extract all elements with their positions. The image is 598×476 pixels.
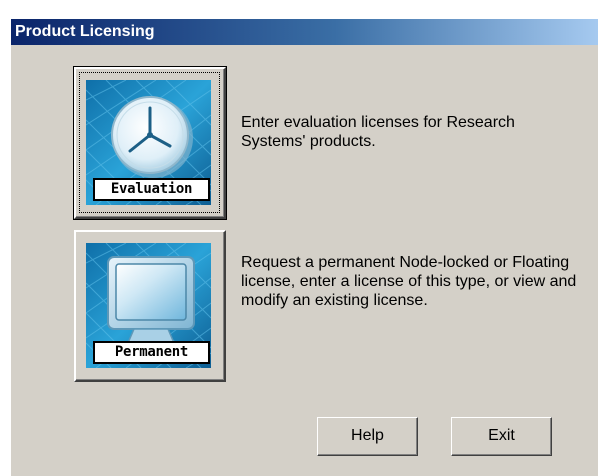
- evaluation-button[interactable]: Evaluation: [73, 66, 227, 220]
- exit-button[interactable]: Exit: [451, 417, 552, 456]
- permanent-button-label: Permanent: [93, 341, 210, 364]
- permanent-button[interactable]: Permanent: [74, 230, 226, 382]
- evaluation-button-label: Evaluation: [93, 178, 210, 201]
- permanent-description: Request a permanent Node-locked or Float…: [241, 254, 577, 309]
- help-button[interactable]: Help: [317, 417, 418, 456]
- product-licensing-dialog: Product Licensing Evaluation Enter evalu…: [10, 19, 598, 476]
- window-title: Product Licensing: [15, 23, 155, 40]
- title-bar[interactable]: Product Licensing: [11, 19, 598, 45]
- evaluation-description: Enter evaluation licenses for Research S…: [241, 114, 515, 150]
